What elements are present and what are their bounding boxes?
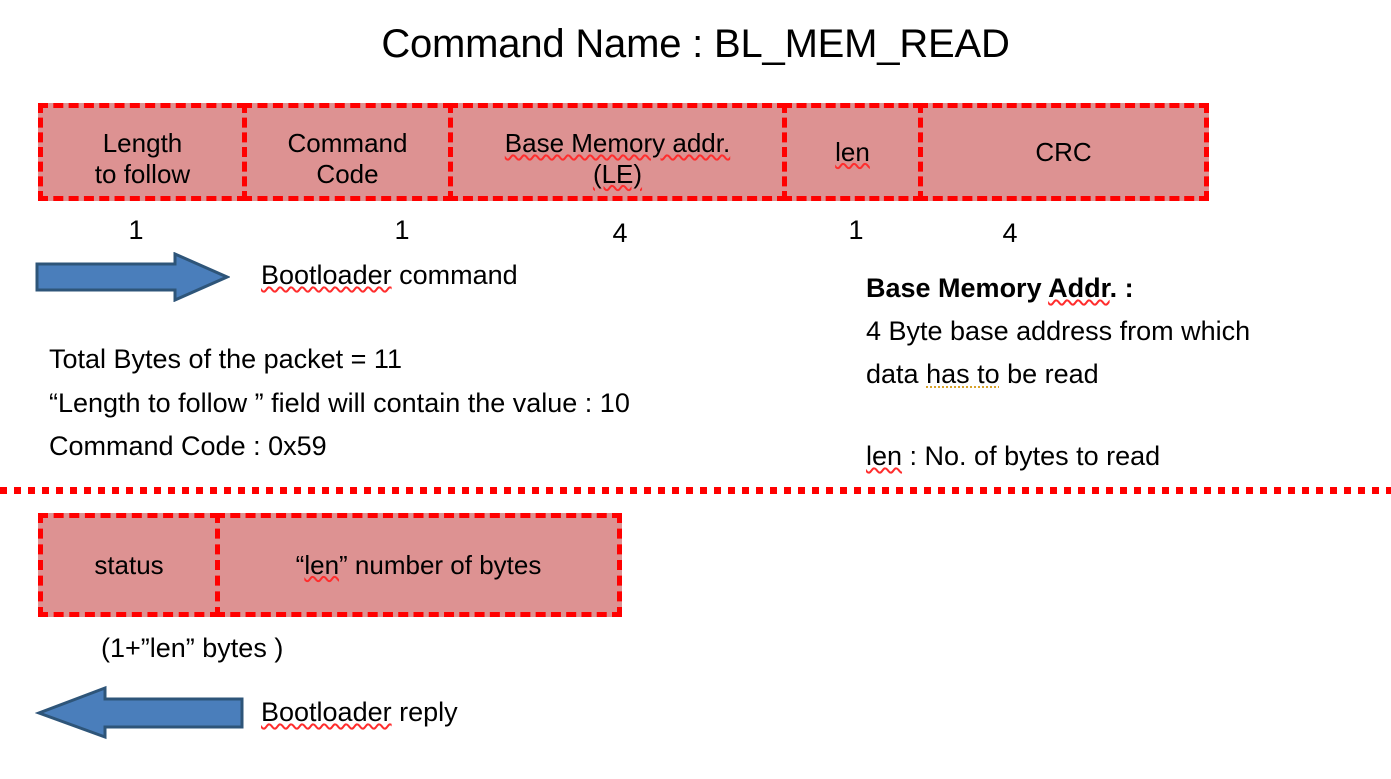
arrow-left-icon xyxy=(34,685,244,740)
reply-size-note: (1+”len” bytes ) xyxy=(101,633,284,663)
byte-count-length-to-follow: 1 xyxy=(128,215,144,245)
note-base-addr-line1: 4 Byte base address from which xyxy=(866,316,1251,346)
reply-packet-diagram: status “len” number of bytes xyxy=(38,513,622,617)
byte-count-crc: 4 xyxy=(1002,218,1018,248)
bootloader-command-arrow xyxy=(35,251,231,303)
note-base-addr-line2: data has to be read xyxy=(866,359,1099,389)
packet-field-command-code: Command Code xyxy=(242,103,453,201)
command-packet-diagram: Length to follow Command Code Base Memor… xyxy=(38,103,1209,201)
packet-field-label: len xyxy=(835,136,870,167)
byte-count-command-code: 1 xyxy=(394,215,410,245)
packet-field-label: Command Code xyxy=(287,128,408,189)
note-length-to-follow: “Length to follow ” field will contain t… xyxy=(49,388,630,418)
packet-field-length-to-follow: Length to follow xyxy=(38,103,247,201)
note-total-bytes: Total Bytes of the packet = 11 xyxy=(49,344,402,374)
page-title: Command Name : BL_MEM_READ xyxy=(381,22,1010,66)
note-command-code: Command Code : 0x59 xyxy=(49,431,327,461)
byte-count-base-memory-addr: 4 xyxy=(612,218,628,248)
reply-field-len-bytes: “len” number of bytes xyxy=(215,513,622,617)
bootloader-reply-label: Bootloader reply xyxy=(261,697,458,727)
packet-field-base-memory-addr: Base Memory addr. (LE) xyxy=(448,103,787,201)
reply-field-status: status xyxy=(38,513,220,617)
arrow-right-icon xyxy=(35,251,231,303)
reply-field-label: status xyxy=(94,549,164,580)
packet-field-label: Length to follow xyxy=(94,128,191,189)
packet-field-crc: CRC xyxy=(918,103,1209,201)
note-len-description: len : No. of bytes to read xyxy=(866,441,1161,471)
packet-field-label: CRC xyxy=(1035,136,1092,167)
section-divider xyxy=(0,487,1391,494)
note-base-addr-heading: Base Memory Addr. : xyxy=(866,273,1134,303)
packet-field-len: len xyxy=(782,103,923,201)
reply-field-label: “len” number of bytes xyxy=(295,549,542,580)
bootloader-reply-arrow xyxy=(34,685,245,740)
packet-field-label: Base Memory addr. (LE) xyxy=(504,128,731,189)
bootloader-command-label: Bootloader command xyxy=(261,260,518,290)
byte-count-len: 1 xyxy=(848,215,864,245)
